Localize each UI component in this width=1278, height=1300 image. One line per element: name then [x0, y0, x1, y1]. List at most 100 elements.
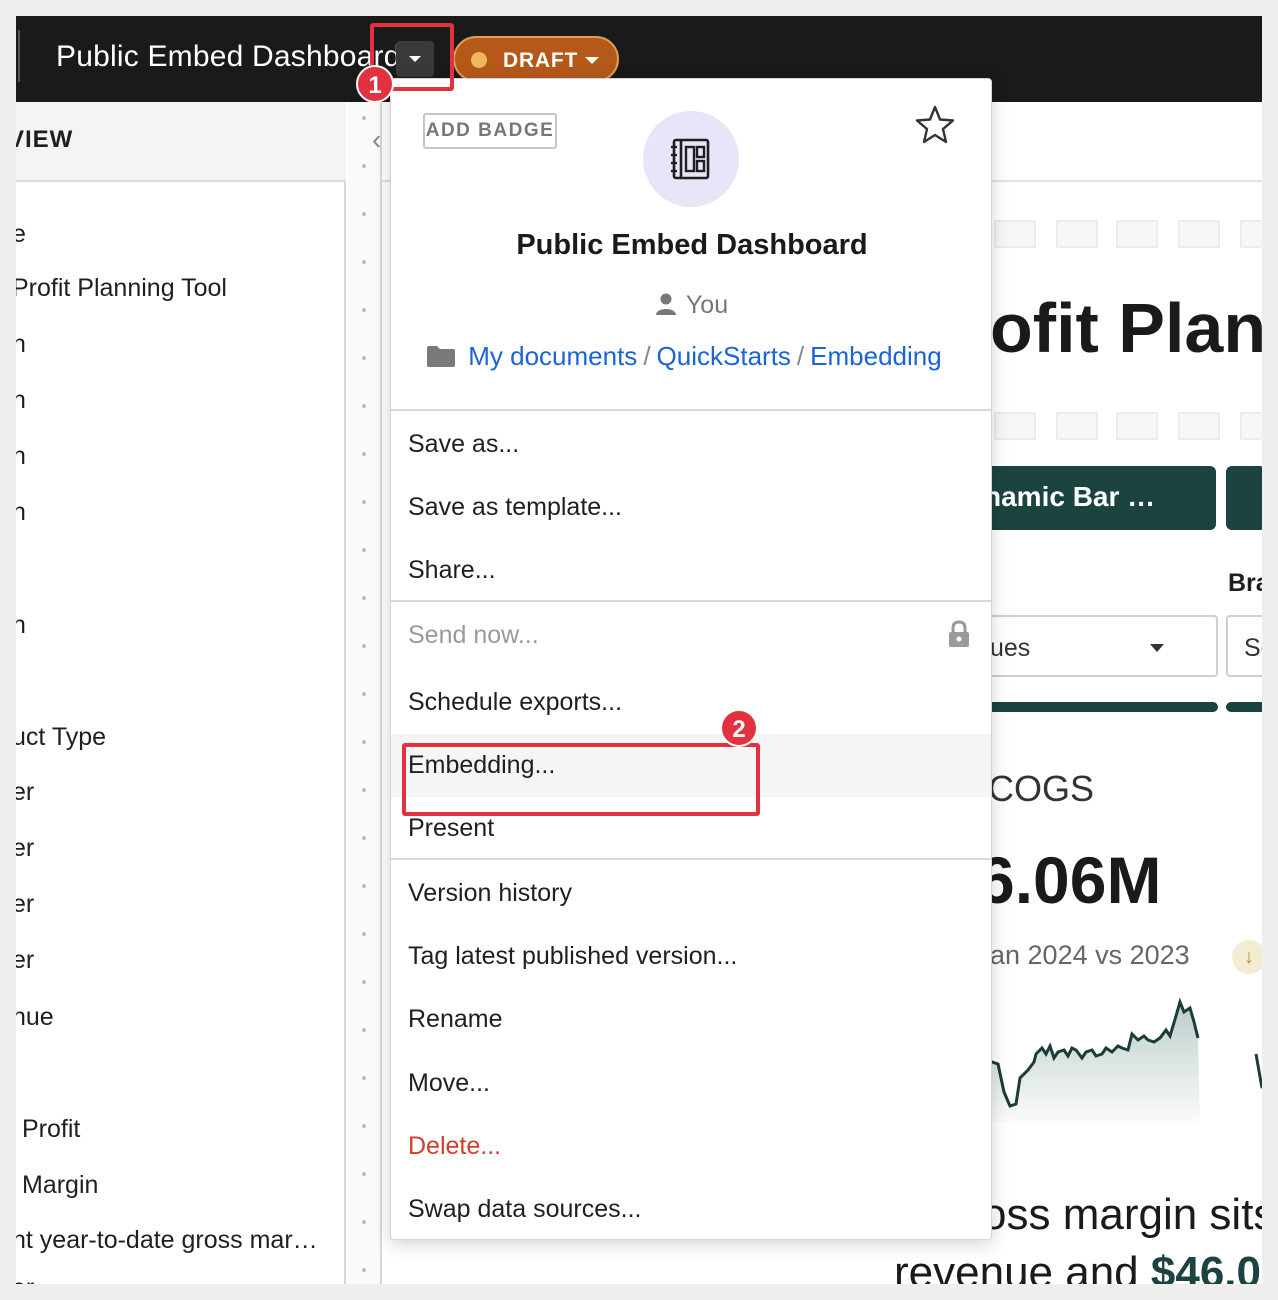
brand-select-text: Se [1244, 634, 1262, 662]
menu-item-version-history[interactable]: Version history [391, 862, 991, 925]
dashboard-heading: ofit Plann [990, 289, 1262, 367]
gutter-dot [362, 980, 366, 984]
document-avatar [643, 111, 739, 207]
step-badge-2: 2 [720, 709, 758, 747]
menu-item-delete[interactable]: Delete... [391, 1115, 991, 1178]
menu-item-label: Rename [408, 1005, 503, 1033]
dynamic-bar-button[interactable]: namic Bar … [978, 466, 1216, 530]
left-panel: VIEW e Profit Planning Tool n n n n n l … [16, 102, 346, 1284]
add-badge-button[interactable]: ADD BADGE [423, 113, 557, 149]
favorite-star-icon[interactable] [913, 103, 957, 147]
summary-text-value: $46.0 [1150, 1248, 1261, 1284]
outline-item[interactable]: e [16, 220, 26, 249]
gutter-dot [362, 884, 366, 888]
filter-label: Bra [1228, 569, 1262, 597]
step-badge-1: 1 [356, 65, 394, 103]
document-title[interactable]: Public Embed Dashboard [56, 40, 401, 74]
breadcrumb-quickstarts[interactable]: QuickStarts [657, 341, 791, 371]
brand-select[interactable]: Se [1226, 615, 1262, 677]
menu-item-move[interactable]: Move... [391, 1052, 991, 1115]
outline-item[interactable]: uct Type [16, 723, 106, 752]
collapse-panel-arrow-icon[interactable]: ‹ [372, 124, 381, 156]
menu-item-tag-latest[interactable]: Tag latest published version... [391, 925, 991, 988]
outline-item[interactable]: n [16, 498, 26, 527]
app-window: Public Embed Dashboard DRAFT VIEW e Prof… [16, 16, 1262, 1284]
menu-item-rename[interactable]: Rename [391, 988, 991, 1051]
breadcrumb-embedding[interactable]: Embedding [810, 341, 942, 371]
outline-item[interactable]: er [16, 890, 34, 919]
gutter-dot [362, 308, 366, 312]
placeholder-block [1240, 220, 1262, 248]
gutter-dot [362, 212, 366, 216]
gutter-dot [362, 788, 366, 792]
kpi-value: 6.06M [978, 843, 1162, 917]
outline-item[interactable]: n [16, 611, 26, 640]
gutter-dot [362, 356, 366, 360]
menu-item-swap-data-sources[interactable]: Swap data sources... [391, 1178, 991, 1241]
breadcrumb-my-documents[interactable]: My documents [468, 341, 637, 371]
left-panel-header: VIEW [16, 102, 346, 182]
summary-text-line1: oss margin sits [982, 1190, 1262, 1239]
outline-item[interactable]: Margin [22, 1171, 98, 1200]
gutter-dot [362, 1076, 366, 1080]
outline-item[interactable]: n [16, 386, 26, 415]
draft-label: DRAFT [503, 49, 579, 72]
value-select[interactable]: ues [978, 615, 1218, 677]
menu-item-share[interactable]: Share... [391, 539, 991, 602]
placeholder-block [1116, 412, 1158, 440]
secondary-action-button[interactable] [1226, 466, 1262, 530]
menu-item-save-as[interactable]: Save as... [391, 413, 991, 476]
select-underline [1226, 702, 1262, 712]
document-owner-name: You [685, 291, 729, 319]
value-select-text: ues [990, 634, 1031, 662]
gutter-dot [362, 1268, 366, 1272]
gutter-dot [362, 1124, 366, 1128]
left-panel-title: VIEW [16, 126, 74, 153]
menu-divider [391, 858, 991, 860]
outline-item[interactable]: n [16, 442, 26, 471]
outline-item[interactable]: Profit Planning Tool [16, 274, 227, 303]
outline-item[interactable]: Profit [22, 1115, 80, 1144]
folder-icon [427, 346, 455, 367]
gutter-dot [362, 404, 366, 408]
gutter-dot [362, 692, 366, 696]
placeholder-block [994, 220, 1036, 248]
placeholder-block [1116, 220, 1158, 248]
outline-item[interactable]: er [16, 778, 34, 807]
gutter-dot [362, 500, 366, 504]
summary-text-prefix: revenue and [894, 1248, 1151, 1284]
gutter-dot [362, 740, 366, 744]
outline-item[interactable]: nt year-to-date gross mar… [16, 1226, 318, 1255]
menu-item-label: Version history [408, 879, 572, 907]
menu-item-send-now: Send now... [391, 604, 991, 667]
menu-divider [391, 409, 991, 411]
outline-item[interactable]: l [16, 666, 18, 695]
sparkline-series [1254, 1053, 1262, 1089]
callout-highlight-2 [402, 743, 760, 816]
gutter-dot [362, 548, 366, 552]
kpi-comparison: an 2024 vs 2023 [990, 940, 1190, 970]
outline-item[interactable]: n [16, 330, 26, 359]
menu-item-save-as-template[interactable]: Save as template... [391, 476, 991, 539]
menu-item-label: Schedule exports... [408, 688, 623, 716]
lock-icon [949, 620, 969, 647]
menu-divider [391, 600, 991, 602]
outline-item[interactable]: er [16, 946, 34, 975]
outline-item[interactable]: nue [16, 1003, 54, 1032]
outline-item[interactable]: er [16, 1274, 34, 1284]
menu-document-title: Public Embed Dashboard [516, 229, 868, 261]
workbook-icon [671, 138, 710, 180]
summary-text-line2: revenue and $46.0 [894, 1248, 1261, 1284]
select-underline [978, 702, 1218, 712]
arrow-down-icon: ↓ [1232, 940, 1262, 974]
menu-item-label: Delete... [408, 1132, 502, 1160]
gutter-dot [362, 164, 366, 168]
gutter-dot [362, 116, 366, 120]
outline-item[interactable]: er [16, 834, 34, 863]
placeholder-block [1178, 220, 1220, 248]
menu-item-schedule-exports[interactable]: Schedule exports... [391, 671, 991, 734]
panel-resize-gutter[interactable] [348, 102, 382, 1284]
draft-status-button[interactable]: DRAFT [453, 36, 619, 82]
kpi-label: COGS [988, 768, 1095, 809]
sparkline-chart [972, 997, 1262, 1122]
